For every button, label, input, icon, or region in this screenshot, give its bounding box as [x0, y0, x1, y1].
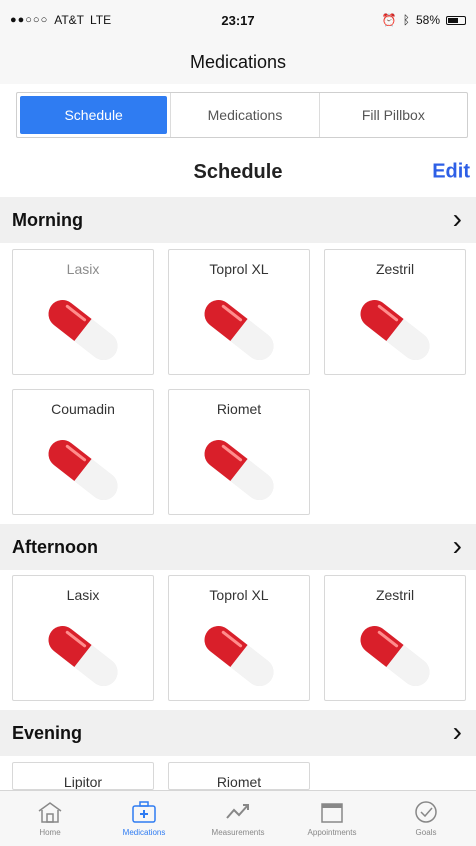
medication-name: Zestril [375, 261, 415, 277]
pill-icon [204, 625, 274, 687]
section-header-evening[interactable]: Evening › [0, 710, 476, 756]
tab-goals[interactable]: Goals [380, 791, 472, 846]
medication-name: Lipitor [63, 774, 103, 790]
pill-icon [204, 439, 274, 501]
section-header-morning[interactable]: Morning › [0, 197, 476, 243]
section-title: Morning [12, 209, 83, 230]
nav-title: Medications [189, 51, 287, 72]
medication-name: Toprol XL [209, 261, 269, 277]
network-label: LTE [90, 13, 112, 27]
medication-name: Lasix [66, 587, 100, 603]
pill-icon [204, 299, 274, 361]
tab-medications[interactable]: Medications [98, 791, 190, 846]
pill-icon [48, 625, 118, 687]
medication-name: Zestril [375, 587, 415, 603]
medication-card[interactable]: Lasix [12, 249, 154, 375]
tab-home[interactable]: Home [4, 791, 96, 846]
tab-label: Goals [415, 828, 437, 837]
medication-card[interactable]: Riomet [168, 389, 310, 515]
tab-measurements[interactable]: Measurements [192, 791, 284, 846]
medication-name: Riomet [216, 401, 262, 417]
edit-button[interactable]: Edit [432, 161, 470, 184]
home-icon [38, 802, 62, 823]
schedule-title: Schedule [193, 160, 283, 183]
signal-strength-icon: ●●○○○ [10, 14, 49, 26]
medication-name: Toprol XL [209, 587, 269, 603]
medication-name: Lasix [66, 261, 100, 277]
medication-card[interactable]: Toprol XL [168, 249, 310, 375]
pill-icon [48, 439, 118, 501]
pill-icon [360, 625, 430, 687]
battery-percent: 58% [415, 13, 440, 27]
segment-fill-pillbox[interactable]: Fill Pillbox [318, 93, 467, 137]
status-left: ●●○○○ AT&T LTE [10, 13, 130, 27]
carrier-label: AT&T [54, 13, 85, 27]
medication-card[interactable]: Zestril [324, 575, 466, 701]
medication-card[interactable]: Lipitor [12, 762, 154, 790]
chevron-right-icon: › [452, 203, 462, 234]
chevron-right-icon: › [452, 530, 462, 561]
medication-name: Riomet [216, 774, 262, 790]
tab-label: Home [39, 828, 61, 837]
section-header-afternoon[interactable]: Afternoon › [0, 524, 476, 570]
pill-icon [360, 299, 430, 361]
medication-card[interactable]: Lasix [12, 575, 154, 701]
bluetooth-icon: ᛒ [402, 13, 410, 27]
calendar-icon [321, 803, 343, 823]
tab-label: Appointments [307, 828, 357, 837]
medical-bag-icon [132, 801, 156, 823]
medication-card[interactable]: Riomet [168, 762, 310, 790]
section-title: Afternoon [12, 536, 98, 557]
status-time: 23:17 [221, 12, 255, 28]
tab-label: Measurements [211, 828, 265, 837]
segment-medications[interactable]: Medications [170, 93, 318, 137]
segmented-control: Schedule Medications Fill Pillbox [16, 92, 468, 138]
medication-name: Coumadin [51, 401, 115, 417]
battery-icon [446, 15, 466, 25]
alarm-icon: ⏰ [381, 13, 397, 27]
segment-schedule[interactable]: Schedule [20, 96, 168, 134]
medication-card[interactable]: Zestril [324, 249, 466, 375]
trend-chart-icon [226, 804, 249, 819]
tab-appointments[interactable]: Appointments [286, 791, 378, 846]
pill-icon [48, 299, 118, 361]
status-bar: ●●○○○ AT&T LTE 23:17 ⏰ ᛒ 58% [0, 0, 476, 40]
medication-card[interactable]: Coumadin [12, 389, 154, 515]
navigation-bar: Medications [0, 40, 476, 84]
tab-label: Medications [122, 828, 166, 837]
medication-card[interactable]: Toprol XL [168, 575, 310, 701]
schedule-header: Schedule Edit [0, 146, 476, 198]
checkmark-circle-icon [415, 801, 437, 823]
section-title: Evening [12, 722, 83, 743]
chevron-right-icon: › [452, 716, 462, 747]
status-right: ⏰ ᛒ 58% [346, 13, 466, 27]
tab-bar: Home Medications Measurements Appointmen… [0, 790, 476, 846]
